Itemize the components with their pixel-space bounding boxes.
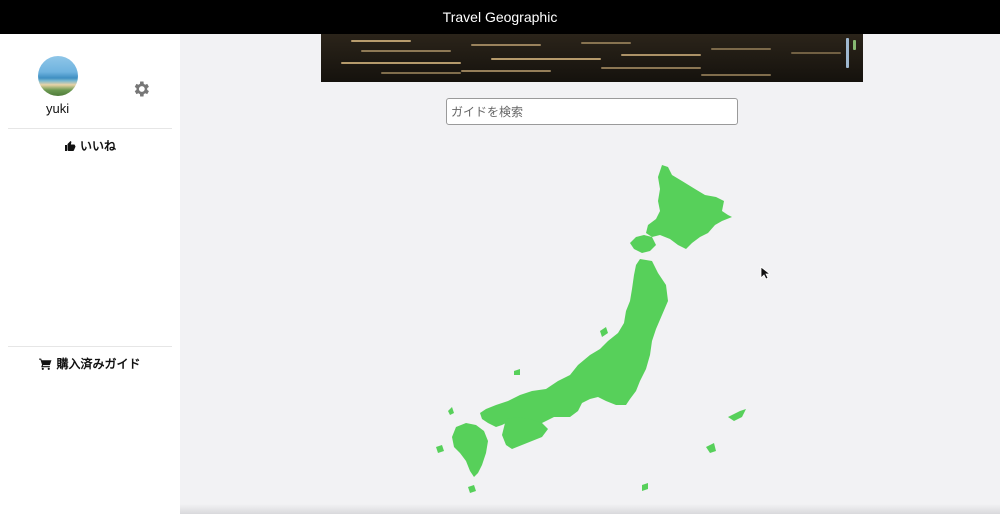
gear-icon[interactable]	[131, 79, 151, 99]
divider	[8, 128, 172, 129]
app-title: Travel Geographic	[442, 9, 558, 25]
japan-map[interactable]	[430, 155, 760, 505]
sidebar-item-label: いいね	[79, 139, 116, 153]
map-region-oshima[interactable]	[630, 235, 656, 253]
map-region-kyushu[interactable]	[452, 423, 488, 477]
mouse-cursor-icon	[760, 266, 770, 280]
sidebar-item-purchased-guides[interactable]: 購入済みガイド	[0, 355, 180, 372]
banner-image	[321, 34, 863, 82]
cart-icon	[39, 358, 52, 370]
avatar[interactable]	[38, 56, 78, 96]
top-bar: Travel Geographic	[0, 0, 1000, 34]
sidebar-item-label: 購入済みガイド	[56, 357, 141, 371]
divider	[8, 346, 172, 347]
map-region-honshu[interactable]	[480, 259, 668, 427]
username: yuki	[46, 101, 70, 116]
search-input[interactable]	[446, 98, 738, 125]
sidebar: yuki いいね 購入済みガイド	[0, 34, 180, 514]
map-region-hokkaido[interactable]	[646, 165, 732, 249]
sidebar-item-likes[interactable]: いいね	[0, 137, 180, 154]
japan-map-regions[interactable]	[436, 165, 746, 493]
scroll-edge	[180, 504, 1000, 514]
thumbs-up-icon	[64, 140, 76, 151]
